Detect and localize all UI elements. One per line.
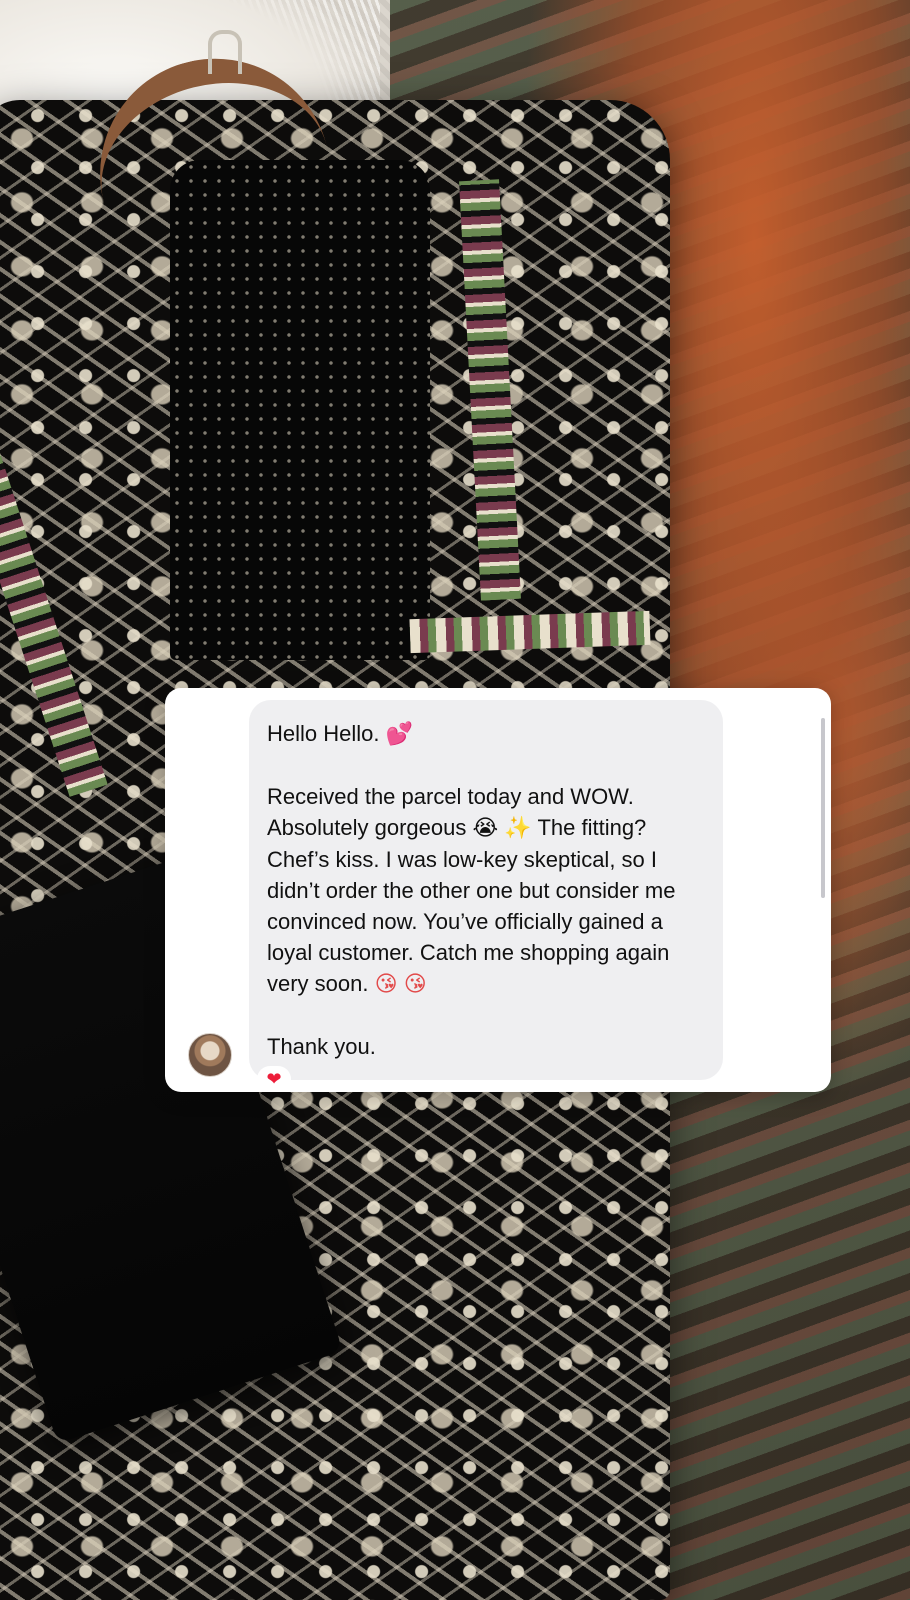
two-hearts-icon: 💕 bbox=[385, 722, 414, 747]
message-bubble[interactable]: Hello Hello. 💕 Received the parcel today… bbox=[249, 700, 723, 1080]
embellished-front-panel bbox=[170, 160, 430, 660]
scrollbar[interactable] bbox=[821, 718, 825, 898]
kiss-face-icon: 😘 bbox=[374, 972, 398, 997]
dm-screenshot-card: Hello Hello. 💕 Received the parcel today… bbox=[165, 688, 831, 1092]
sender-avatar[interactable] bbox=[188, 1033, 232, 1077]
message-greeting: Hello Hello. 💕 bbox=[267, 718, 705, 750]
heart-reaction-icon[interactable]: ❤ bbox=[257, 1066, 291, 1092]
sparkles-icon: ✨ bbox=[504, 816, 532, 841]
greeting-text: Hello Hello. bbox=[267, 721, 380, 746]
kiss-face-icon-2: 😘 bbox=[403, 972, 427, 997]
body-text-2: The fitting? Chef’s kiss. I was low-key … bbox=[267, 815, 676, 996]
message-closing: Thank you. bbox=[267, 1034, 376, 1059]
hanger-hook bbox=[208, 30, 242, 74]
crying-face-icon: 😭 bbox=[472, 816, 499, 841]
message-body: Received the parcel today and WOW. Absol… bbox=[267, 781, 705, 1000]
